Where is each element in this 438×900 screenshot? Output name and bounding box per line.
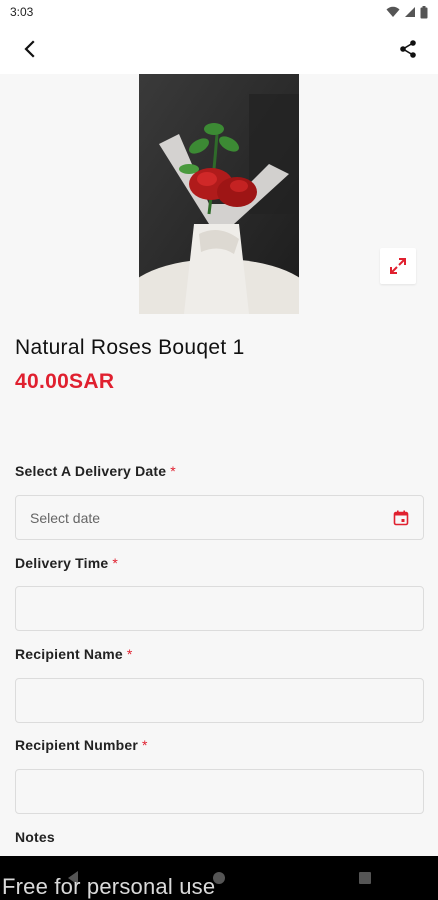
required-mark: *	[112, 555, 119, 571]
signal-icon	[405, 7, 415, 17]
required-mark: *	[126, 646, 133, 662]
back-arrow-icon	[24, 40, 35, 58]
expand-image-button[interactable]	[380, 248, 416, 284]
status-time: 3:03	[10, 5, 34, 19]
recipient-name-label: Recipient Name *	[15, 646, 133, 662]
bouquet-illustration	[139, 74, 299, 314]
status-bar: 3:03	[0, 0, 438, 24]
notes-label: Notes	[15, 829, 55, 845]
delivery-time-label-text: Delivery Time	[15, 555, 109, 571]
nav-home-icon[interactable]	[212, 871, 226, 885]
expand-icon	[390, 258, 406, 274]
calendar-button[interactable]	[393, 510, 409, 526]
wifi-icon	[386, 6, 400, 17]
required-mark: *	[170, 463, 176, 479]
recipient-name-field[interactable]	[15, 678, 424, 723]
back-button[interactable]	[18, 37, 42, 61]
system-nav-bar	[0, 856, 438, 900]
delivery-date-field[interactable]: Select date	[15, 495, 424, 540]
calendar-icon	[393, 510, 409, 525]
share-icon	[400, 40, 416, 58]
share-button[interactable]	[396, 37, 420, 61]
product-title: Natural Roses Bouqet 1	[15, 336, 245, 359]
status-icons	[386, 5, 428, 19]
recipient-number-label: Recipient Number *	[15, 737, 148, 753]
delivery-date-label: Select A Delivery Date *	[15, 463, 176, 479]
delivery-date-label-text: Select A Delivery Date	[15, 463, 167, 479]
delivery-time-label: Delivery Time *	[15, 555, 118, 571]
delivery-date-placeholder: Select date	[30, 509, 101, 526]
battery-icon	[420, 5, 428, 18]
app-bar	[0, 24, 438, 74]
nav-recents-icon[interactable]	[358, 871, 372, 885]
required-mark: *	[142, 737, 148, 753]
recipient-name-label-text: Recipient Name	[15, 646, 123, 662]
product-price: 40.00SAR	[15, 370, 115, 393]
recipient-number-label-text: Recipient Number	[15, 737, 138, 753]
recipient-number-field[interactable]	[15, 769, 424, 814]
delivery-time-field[interactable]	[15, 586, 424, 631]
product-image[interactable]	[139, 74, 299, 314]
nav-back-icon[interactable]	[66, 870, 80, 886]
